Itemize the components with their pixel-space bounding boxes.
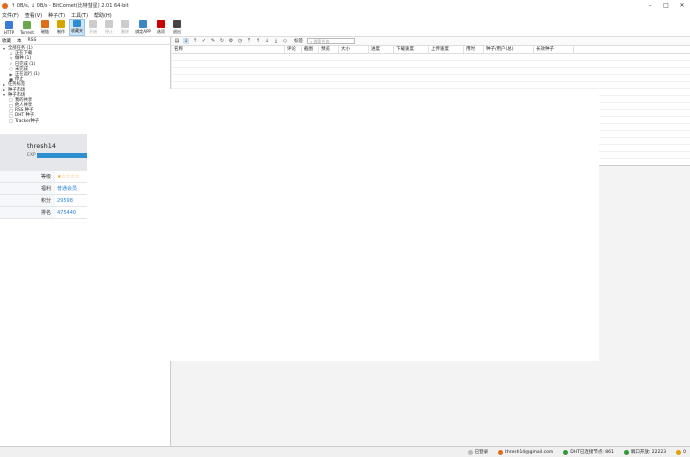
toolbar-button-6[interactable]: 停止 — [101, 19, 117, 36]
username: thresh14 — [27, 142, 56, 150]
status-bar: 已登录 thresh14@gmail.com DHT已连接节点: 861 端口开… — [0, 446, 690, 457]
tag-button[interactable]: 标签 — [294, 38, 303, 44]
refresh-icon[interactable]: ↻ — [219, 38, 225, 44]
points-value[interactable]: 29598 — [55, 195, 73, 206]
level-stars-icon: ★☆☆☆☆ — [57, 174, 80, 180]
toolbar-icon-8 — [139, 20, 147, 28]
grid-header: 名称 评论 截图 预览 大小 进度 下载速度 上传速度 用时 种子/用户(总) 长效种子 — [172, 46, 690, 54]
toolbar-icon-5 — [89, 20, 97, 28]
column-header[interactable]: 用时 — [464, 46, 484, 53]
menu-bar: 文件(F) 查看(V) 种子(T) 工具(T) 帮助(H) — [0, 11, 690, 19]
toolbar-icon-2 — [41, 20, 49, 28]
column-header[interactable]: 评论 — [285, 46, 302, 53]
menu-torrent[interactable]: 种子(T) — [48, 12, 65, 19]
tab-rss[interactable]: RSS — [28, 38, 37, 43]
tree-item-icon: ▶ — [9, 71, 13, 77]
menu-help[interactable]: 帮助(H) — [94, 12, 112, 19]
column-header[interactable]: 进度 — [369, 46, 394, 53]
move-down-icon[interactable]: ↓ — [264, 38, 270, 44]
toolbar-button-1[interactable]: Torrent — [17, 19, 37, 36]
minimize-button[interactable]: – — [642, 0, 658, 11]
column-header[interactable]: 上传速度 — [429, 46, 464, 53]
close-button[interactable]: ✕ — [674, 0, 690, 11]
login-status: 已登录 — [467, 449, 488, 455]
column-header[interactable]: 大小 — [339, 46, 369, 53]
move-top-icon[interactable]: ⤒ — [246, 38, 252, 44]
clock-icon[interactable]: ◷ — [237, 38, 243, 44]
toolbar-icon-1 — [23, 21, 31, 29]
tag-icon[interactable]: ◇ — [282, 38, 288, 44]
toolbar-button-0[interactable]: HTTP — [1, 19, 17, 36]
settings-icon[interactable]: ⚙ — [228, 38, 234, 44]
title-bar: ↑ 0B/s, ↓ 0B/s - BitComet(比特彗星) 2.01 64-… — [0, 0, 690, 11]
toolbar-button-10[interactable]: 退出 — [169, 19, 185, 36]
toolbar-button-8[interactable]: 绑定APP — [133, 19, 153, 36]
toolbar-button-3[interactable]: 制作 — [53, 19, 69, 36]
toolbar-button-4[interactable]: 收藏夹 — [69, 19, 85, 36]
popup-overlay — [87, 89, 599, 361]
upload-filter-icon[interactable]: ↑ — [192, 38, 198, 44]
toolbar-icon-9 — [157, 20, 165, 28]
toolbar-button-9[interactable]: 选项 — [153, 19, 169, 36]
column-header[interactable]: 名称 — [172, 46, 285, 53]
tab-favorites[interactable]: 收藏 — [2, 38, 11, 44]
rank-value[interactable]: 475440 — [55, 207, 76, 218]
tree-item-label: Tracker种子 — [15, 118, 40, 124]
download-filter-icon[interactable]: ↓ — [183, 38, 189, 44]
file-icon[interactable]: ▤ — [174, 38, 180, 44]
toolbar-icon-3 — [57, 20, 65, 28]
table-row — [172, 68, 690, 75]
toolbar-icon-0 — [5, 21, 13, 29]
notification-count[interactable]: 0 — [676, 449, 686, 455]
move-bottom-icon[interactable]: ⤓ — [273, 38, 279, 44]
column-header[interactable]: 长效种子 — [534, 46, 574, 53]
menu-tools[interactable]: 工具(T) — [71, 12, 88, 19]
column-header[interactable]: 预览 — [319, 46, 339, 53]
toolbar-button-7[interactable]: 删除 — [117, 19, 133, 36]
toolbar-icon-10 — [173, 20, 181, 28]
exp-label: EXP — [27, 153, 36, 158]
toolbar-icon-4 — [73, 20, 81, 27]
table-row — [172, 82, 690, 89]
tree-item-icon: ▾ — [2, 45, 5, 51]
account-email[interactable]: thresh14@gmail.com — [498, 449, 553, 455]
tree-item-icon: □ — [9, 97, 13, 103]
column-header[interactable]: 种子/用户(总) — [484, 46, 534, 53]
table-row — [172, 61, 690, 68]
main-toolbar: HTTP Torrent 磁链 制作 收藏夹 开始 停止 删除 绑定APP 选项 退出 — [0, 19, 690, 37]
column-header[interactable]: 截图 — [302, 46, 319, 53]
toolbar-button-5[interactable]: 开始 — [85, 19, 101, 36]
toolbar-icon-7 — [121, 20, 129, 28]
tree-item-icon: ▾ — [2, 92, 5, 98]
task-toolbar: ▤ ↓ ↑ ✓ ✎ ↻ ⚙ ◷ ⤒ ↑ ↓ ⤓ ◇ 标签 ⌕ 搜索任务 — [172, 37, 690, 46]
table-row — [172, 54, 690, 61]
search-input[interactable]: ⌕ 搜索任务 — [307, 38, 355, 44]
move-up-icon[interactable]: ↑ — [255, 38, 261, 44]
menu-file[interactable]: 文件(F) — [2, 12, 19, 19]
dht-status: DHT已连接节点: 861 — [563, 449, 614, 455]
toolbar-button-2[interactable]: 磁链 — [37, 19, 53, 36]
welfare-link[interactable]: 普通会员 — [55, 183, 77, 194]
toolbar-icon-6 — [105, 20, 113, 28]
table-row — [172, 75, 690, 82]
menu-view[interactable]: 查看(V) — [25, 12, 42, 19]
pencil-icon[interactable]: ✎ — [210, 38, 216, 44]
left-tabs: 收藏 本 RSS — [0, 37, 170, 45]
maximize-button[interactable]: □ — [658, 0, 674, 11]
window-title: ↑ 0B/s, ↓ 0B/s - BitComet(比特彗星) 2.01 64-… — [11, 3, 129, 9]
tree-item-icon: ○ — [9, 66, 13, 72]
column-header[interactable]: 下载速度 — [394, 46, 429, 53]
bitcomet-logo-icon — [2, 2, 8, 9]
tree-item-icon: □ — [9, 118, 13, 124]
port-status: 端口开放: 22223 — [623, 449, 666, 455]
check-filter-icon[interactable]: ✓ — [201, 38, 207, 44]
tab-local[interactable]: 本 — [17, 38, 22, 44]
